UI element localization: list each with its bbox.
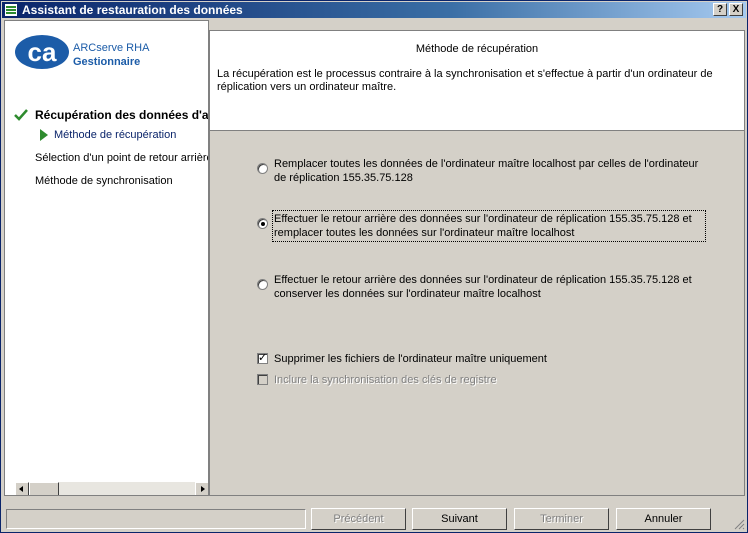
option-label: Effectuer le retour arrière des données …	[274, 274, 692, 300]
radio-rewind-replace[interactable]	[257, 218, 268, 229]
include-registry-sync-label: Inclure la synchronisation des clés de r…	[274, 374, 497, 386]
step-rewind-point: Sélection d'un point de retour arrière	[35, 152, 209, 164]
option-label: Remplacer toutes les données de l'ordina…	[274, 158, 699, 184]
step-recovery-method: Méthode de récupération	[54, 129, 177, 141]
option-label: Effectuer le retour arrière des données …	[272, 210, 706, 242]
logo-text: ca	[28, 37, 57, 67]
content-panel: Méthode de récupération La récupération …	[209, 30, 745, 496]
window-title: Assistant de restauration des données	[22, 3, 243, 17]
delete-master-files-checkbox[interactable]: ✓	[257, 352, 268, 364]
current-step-arrow-icon	[40, 129, 48, 141]
steps-horizontal-scrollbar[interactable]	[15, 482, 208, 495]
panel-description: La récupération est le processus contrai…	[217, 68, 713, 93]
restore-wizard-window: Assistant de restauration des données ? …	[0, 0, 748, 533]
panel-title: Méthode de récupération	[415, 43, 539, 55]
cancel-button[interactable]: Annuler	[616, 508, 711, 530]
panel-header: Méthode de récupération La récupération …	[210, 31, 744, 131]
status-bar	[6, 509, 306, 529]
step-sync-method: Méthode de synchronisation	[35, 175, 173, 187]
radio-rewind-keep[interactable]	[257, 279, 268, 290]
ca-logo: ca	[15, 35, 69, 69]
previous-button: Précédent	[311, 508, 406, 530]
product-name: ARCserve RHA	[73, 42, 150, 54]
title-bar[interactable]: Assistant de restauration des données ? …	[2, 2, 746, 18]
next-button[interactable]: Suivant	[412, 508, 507, 530]
arrow-left-icon	[19, 486, 23, 492]
scroll-left-button[interactable]	[15, 482, 29, 495]
steps-panel: ca ARCserve RHA Gestionnaire Récupératio…	[4, 20, 209, 496]
radio-replace-master[interactable]	[257, 163, 268, 174]
include-registry-sync-checkbox	[257, 374, 268, 385]
finish-button: Terminer	[514, 508, 609, 530]
scroll-right-button[interactable]	[195, 482, 208, 495]
step-data-recovery: Récupération des données d'ap	[35, 108, 209, 122]
checkbox-check-icon: ✓	[258, 352, 268, 364]
wizard-app-icon	[5, 4, 17, 16]
close-button[interactable]: X	[729, 3, 743, 16]
help-button[interactable]: ?	[713, 3, 727, 16]
resize-grip-icon[interactable]	[733, 518, 745, 530]
checkmark-icon	[14, 109, 28, 121]
delete-master-files-label[interactable]: Supprimer les fichiers de l'ordinateur m…	[274, 353, 547, 365]
product-role: Gestionnaire	[73, 56, 141, 68]
arrow-right-icon	[201, 486, 205, 492]
scroll-thumb[interactable]	[29, 482, 59, 495]
